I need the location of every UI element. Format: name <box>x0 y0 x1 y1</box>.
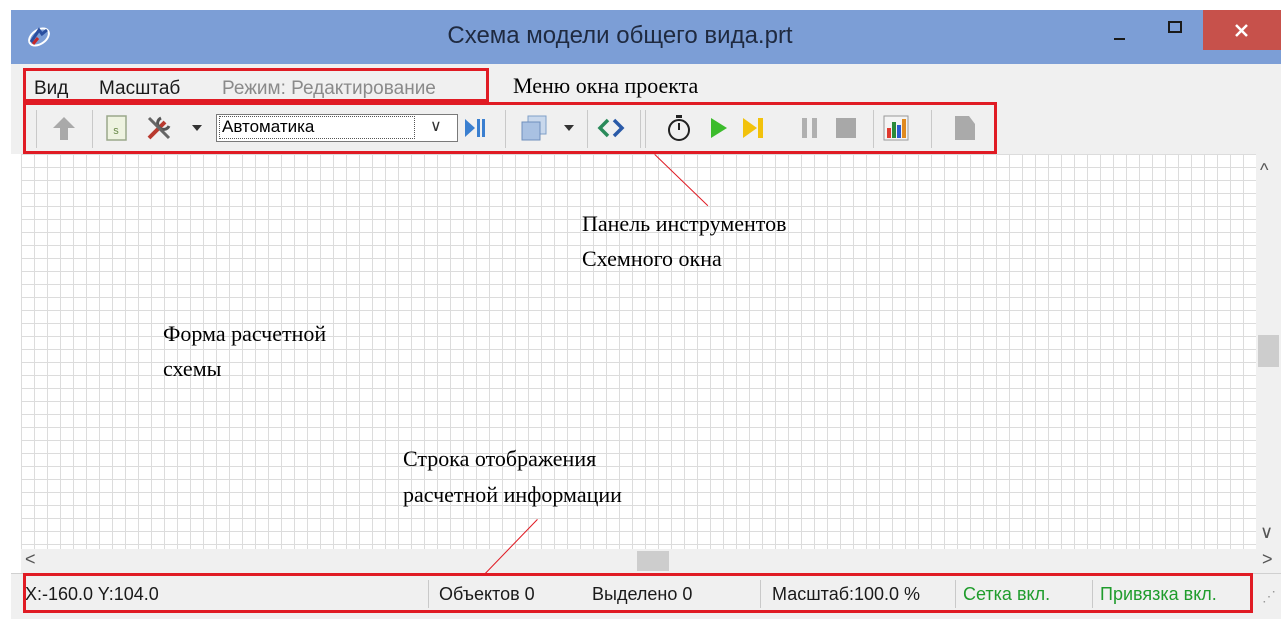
minimize-button[interactable] <box>1092 14 1144 54</box>
menu-annotation-box <box>23 68 489 102</box>
toolbar-annotation-box <box>23 102 997 154</box>
scroll-right-icon[interactable]: > <box>1262 549 1273 570</box>
menu-annotation: Меню окна проекта <box>513 73 699 98</box>
close-button[interactable] <box>1203 10 1281 50</box>
maximize-button[interactable] <box>1148 14 1200 54</box>
scroll-up-icon[interactable]: ^ <box>1260 160 1268 181</box>
scroll-down-icon[interactable]: ∨ <box>1260 522 1273 543</box>
window-title: Схема модели общего вида.prt <box>447 22 793 49</box>
toolbar-annotation-line2: Схемного окна <box>582 246 722 271</box>
scroll-left-icon[interactable]: < <box>25 549 36 570</box>
form-annotation-line2: схемы <box>163 356 222 381</box>
minimize-icon <box>1114 38 1125 40</box>
resize-grip-icon[interactable]: ⋰ <box>1262 588 1276 605</box>
status-annotation-line2: расчетной информации <box>403 482 622 507</box>
horizontal-scroll-thumb[interactable] <box>637 551 669 571</box>
vertical-scroll-thumb[interactable] <box>1258 335 1279 367</box>
form-annotation-line1: Форма расчетной <box>163 321 327 346</box>
statusbar-annotation-box <box>23 573 1253 613</box>
maximize-icon <box>1168 21 1182 33</box>
close-icon <box>1235 24 1248 37</box>
toolbar-annotation-line1: Панель инструментов <box>582 211 787 236</box>
app-icon[interactable] <box>26 24 52 50</box>
status-annotation-line1: Строка отображения <box>403 446 597 471</box>
